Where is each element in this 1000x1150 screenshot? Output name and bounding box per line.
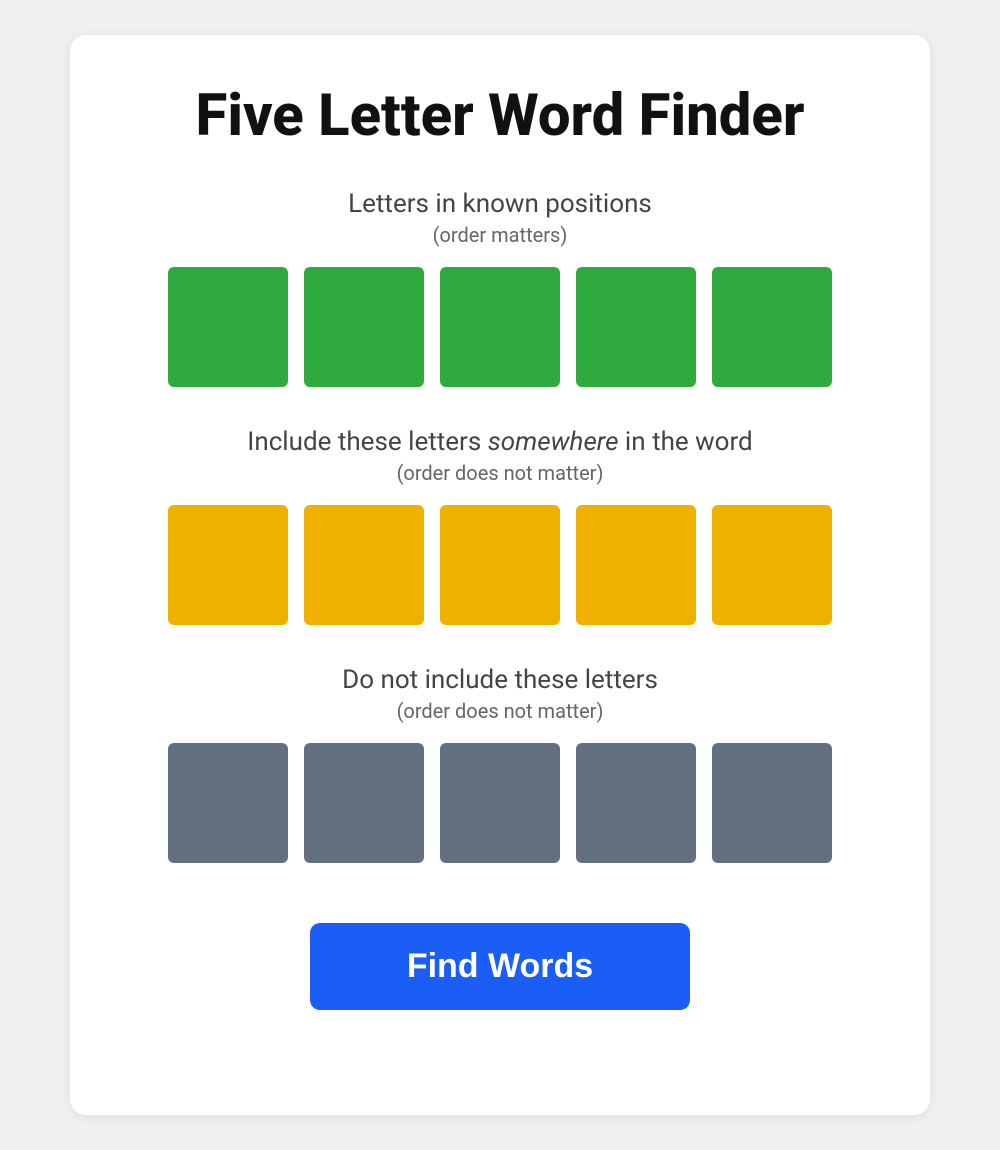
known-positions-label: Letters in known positions <box>348 189 652 219</box>
include-letters-label: Include these letters somewhere in the w… <box>247 427 752 457</box>
known-tile-4[interactable] <box>576 267 696 387</box>
exclude-letters-label: Do not include these letters <box>342 665 658 695</box>
exclude-letters-sublabel: (order does not matter) <box>397 699 604 723</box>
known-tile-3[interactable] <box>440 267 560 387</box>
exclude-tile-5[interactable] <box>712 743 832 863</box>
exclude-tile-4[interactable] <box>576 743 696 863</box>
known-positions-tiles <box>168 267 832 387</box>
include-tile-1[interactable] <box>168 505 288 625</box>
include-tile-2[interactable] <box>304 505 424 625</box>
page-title: Five Letter Word Finder <box>196 85 805 149</box>
known-tile-1[interactable] <box>168 267 288 387</box>
exclude-tile-2[interactable] <box>304 743 424 863</box>
known-positions-sublabel: (order matters) <box>433 223 568 247</box>
known-positions-section: Letters in known positions (order matter… <box>130 189 870 387</box>
include-letters-section: Include these letters somewhere in the w… <box>130 427 870 625</box>
include-tile-3[interactable] <box>440 505 560 625</box>
exclude-tile-1[interactable] <box>168 743 288 863</box>
main-card: Five Letter Word Finder Letters in known… <box>70 35 930 1115</box>
known-tile-2[interactable] <box>304 267 424 387</box>
include-tile-5[interactable] <box>712 505 832 625</box>
include-letters-sublabel: (order does not matter) <box>397 461 604 485</box>
include-tile-4[interactable] <box>576 505 696 625</box>
include-letters-tiles <box>168 505 832 625</box>
exclude-letters-section: Do not include these letters (order does… <box>130 665 870 863</box>
exclude-tile-3[interactable] <box>440 743 560 863</box>
find-words-button[interactable]: Find Words <box>310 923 690 1010</box>
exclude-letters-tiles <box>168 743 832 863</box>
known-tile-5[interactable] <box>712 267 832 387</box>
